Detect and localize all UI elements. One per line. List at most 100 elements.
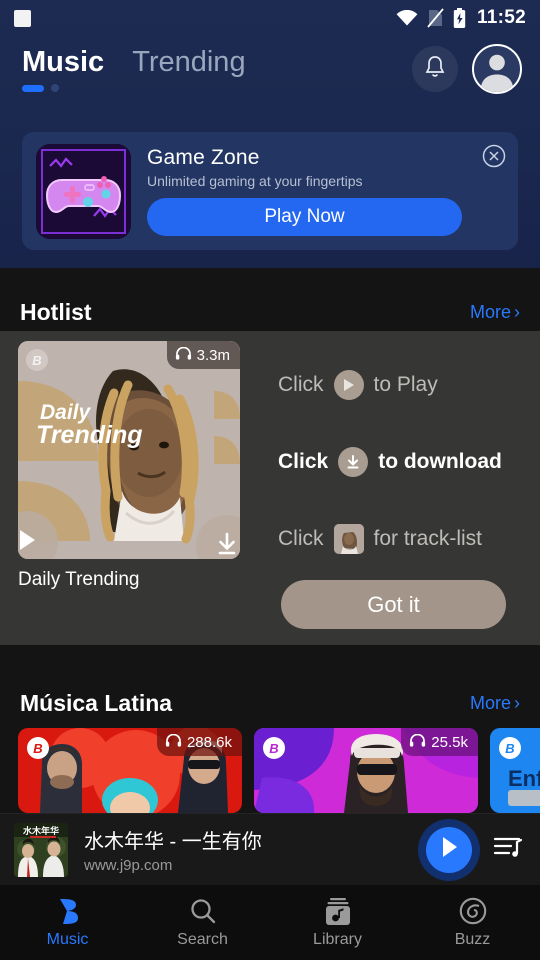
tab-music[interactable]: Music bbox=[22, 42, 104, 77]
svg-text:水木年华: 水木年华 bbox=[23, 825, 59, 836]
more-label: More bbox=[469, 301, 511, 322]
nav-label-buzz: Buzz bbox=[454, 931, 491, 948]
search-icon bbox=[189, 896, 217, 926]
playlist-queue-icon bbox=[493, 834, 523, 865]
tutorial-row-tracklist-suffix: for track-list bbox=[373, 527, 483, 550]
tutorial-instructions: Click to Play Click to download Click fo… bbox=[278, 370, 528, 554]
latina-card-row: B 288.6k B 25.5k Enf B bbox=[0, 728, 540, 813]
hotlist-section-header: Hotlist More › bbox=[0, 290, 540, 334]
section-title-latina: Música Latina bbox=[20, 689, 173, 716]
page-dot-idle bbox=[51, 84, 59, 92]
brand-badge: B bbox=[27, 737, 49, 759]
play-count-value: 25.5k bbox=[431, 733, 468, 751]
chevron-right-icon: › bbox=[514, 302, 520, 322]
status-bar-icons: 11:52 bbox=[396, 7, 526, 29]
download-icon bbox=[214, 531, 240, 560]
hotlist-card[interactable]: Daily Trending B 3.3m Daily Trending bbox=[18, 341, 240, 591]
buzz-disc-icon bbox=[459, 896, 487, 926]
bottom-navigation: Music Search Library Buzz bbox=[0, 885, 540, 960]
got-it-button[interactable]: Got it bbox=[281, 580, 506, 629]
latina-card-1[interactable]: B 288.6k bbox=[18, 728, 242, 813]
card-title: Daily Trending bbox=[18, 569, 140, 590]
nav-item-library[interactable]: Library bbox=[270, 896, 405, 949]
sim-card-off-icon bbox=[427, 8, 444, 28]
user-avatar-icon bbox=[480, 54, 514, 92]
svg-text:Enfo: Enfo bbox=[508, 766, 540, 791]
headphones-icon bbox=[409, 733, 426, 751]
chevron-right-icon: › bbox=[514, 693, 520, 713]
player-queue-button[interactable] bbox=[490, 832, 526, 868]
play-icon bbox=[18, 528, 38, 557]
library-icon bbox=[324, 896, 352, 926]
bell-icon bbox=[423, 54, 447, 85]
status-bar: 11:52 bbox=[0, 0, 540, 36]
now-playing-subtitle: www.j9p.com bbox=[84, 857, 173, 874]
tutorial-row-tracklist: Click for track-list bbox=[278, 524, 528, 554]
tutorial-row-play: Click to Play bbox=[278, 370, 528, 400]
banner-text: Game Zone Unlimited gaming at your finge… bbox=[147, 146, 504, 236]
play-count-value: 3.3m bbox=[196, 346, 230, 364]
tab-page-indicator bbox=[22, 84, 59, 92]
nav-item-search[interactable]: Search bbox=[135, 896, 270, 949]
tutorial-row-play-suffix: to Play bbox=[373, 373, 438, 396]
close-circle-icon bbox=[482, 144, 506, 172]
play-count-badge: 3.3m bbox=[166, 341, 240, 369]
now-playing-title: 水木年华 - 一生有你 bbox=[84, 831, 262, 853]
nav-label-search: Search bbox=[177, 931, 228, 948]
brand-badge: B bbox=[499, 737, 521, 759]
now-playing-artwork[interactable]: 水木年华 bbox=[14, 822, 68, 877]
avatar[interactable] bbox=[472, 44, 522, 94]
play-now-button[interactable]: Play Now bbox=[147, 198, 462, 236]
section-title-hotlist: Hotlist bbox=[20, 298, 92, 325]
player-play-button[interactable] bbox=[418, 818, 480, 881]
banner-title: Game Zone bbox=[147, 146, 260, 169]
tutorial-row-download-suffix: to download bbox=[378, 450, 502, 473]
gamepad-icon bbox=[36, 143, 131, 239]
headphones-icon bbox=[165, 733, 182, 751]
app-header: 11:52 Music Trending bbox=[0, 0, 540, 110]
banner-close-button[interactable] bbox=[482, 144, 506, 168]
mini-player[interactable]: 水木年华 水木年华 - 一生有你 www.j9p.com bbox=[0, 813, 540, 885]
album-cover[interactable]: Daily Trending B 3.3m bbox=[18, 341, 240, 559]
now-playing-meta: 水木年华 - 一生有你 www.j9p.com bbox=[84, 825, 418, 874]
tutorial-row-play-prefix: Click bbox=[278, 373, 324, 396]
tutorial-row-download: Click to download bbox=[278, 447, 528, 477]
tab-trending[interactable]: Trending bbox=[132, 42, 245, 77]
tutorial-row-download-prefix: Click bbox=[278, 450, 329, 473]
play-count-badge: 288.6k bbox=[156, 728, 242, 756]
page-dot-active bbox=[22, 84, 44, 92]
latina-card-3[interactable]: Enfo B bbox=[490, 728, 540, 813]
headphones-icon bbox=[175, 346, 192, 364]
nav-label-library: Library bbox=[313, 931, 362, 948]
promo-banner-area: Game Zone Unlimited gaming at your finge… bbox=[0, 110, 540, 268]
latina-section-header: Música Latina More › bbox=[0, 681, 540, 725]
wifi-icon bbox=[396, 10, 418, 26]
game-zone-banner[interactable]: Game Zone Unlimited gaming at your finge… bbox=[22, 132, 518, 250]
nav-item-buzz[interactable]: Buzz bbox=[405, 896, 540, 949]
hotlist-more-link[interactable]: More › bbox=[470, 302, 520, 323]
brand-badge: B bbox=[263, 737, 285, 759]
download-icon bbox=[338, 447, 369, 477]
more-label: More bbox=[469, 692, 511, 713]
notifications-button[interactable] bbox=[412, 46, 458, 92]
header-tabs: Music Trending bbox=[0, 36, 540, 110]
tutorial-row-tracklist-prefix: Click bbox=[278, 527, 324, 550]
brand-badge: B bbox=[26, 349, 48, 371]
latina-more-link[interactable]: More › bbox=[470, 693, 520, 714]
svg-text:Trending: Trending bbox=[36, 421, 142, 449]
album-thumbnail-icon bbox=[333, 524, 364, 554]
nav-label-music: Music bbox=[46, 931, 89, 948]
header-actions bbox=[412, 42, 522, 94]
nav-item-music[interactable]: Music bbox=[0, 896, 135, 949]
play-icon bbox=[333, 370, 364, 400]
play-count-value: 288.6k bbox=[186, 733, 232, 751]
latina-card-2[interactable]: B 25.5k bbox=[254, 728, 478, 813]
play-count-badge: 25.5k bbox=[401, 728, 478, 756]
screenshot-square-icon bbox=[14, 5, 40, 31]
status-bar-clock: 11:52 bbox=[476, 7, 526, 28]
now-playing-artwork-image: 水木年华 bbox=[14, 822, 68, 877]
banner-subtitle: Unlimited gaming at your fingertips bbox=[147, 173, 363, 189]
b-logo-icon bbox=[55, 896, 81, 926]
app-screen: 11:52 Music Trending Game Zone Unlimited… bbox=[0, 0, 540, 960]
play-icon bbox=[438, 835, 460, 864]
